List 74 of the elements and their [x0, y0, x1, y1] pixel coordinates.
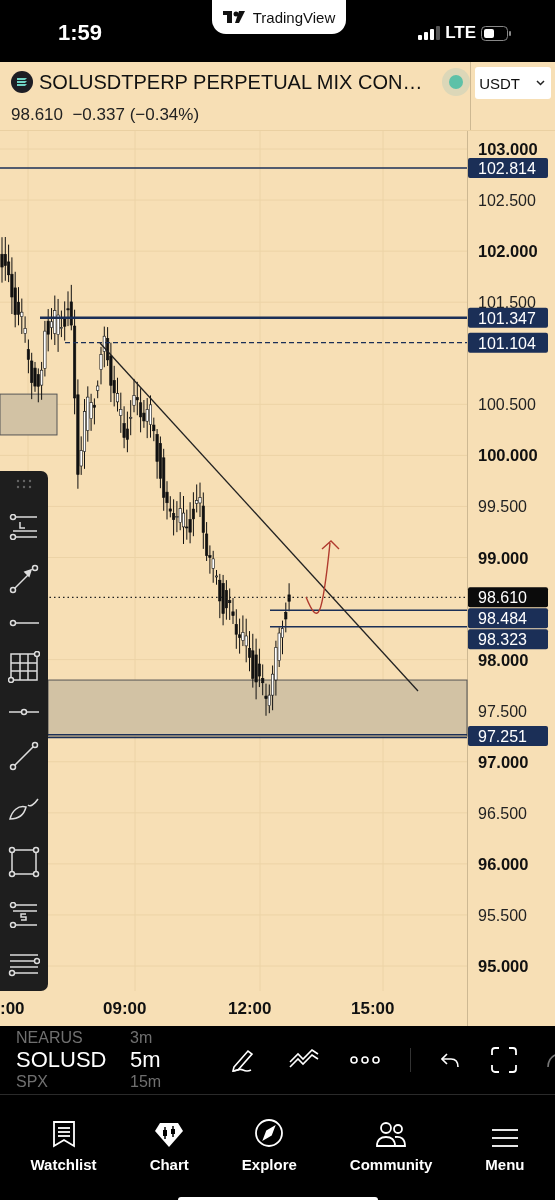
- price-tag: 101.104: [468, 332, 548, 353]
- people-icon: [375, 1120, 408, 1148]
- interval-option[interactable]: 3m: [130, 1029, 153, 1047]
- price-label: 95.500: [478, 906, 527, 924]
- short-position-icon[interactable]: [9, 902, 39, 929]
- price-tag: 101.347: [468, 307, 548, 328]
- arrow-drawing[interactable]: [305, 540, 340, 614]
- more-icon[interactable]: [350, 1056, 380, 1064]
- status-dot-icon: [442, 68, 471, 96]
- price-change: 98.610 −0.337 (−0.34%): [11, 105, 200, 125]
- menu-icon: [491, 1128, 518, 1148]
- time-label: 09:00: [103, 999, 147, 1019]
- price-label: 99.500: [478, 498, 527, 516]
- dashed-line[interactable]: [64, 342, 468, 344]
- trend-line-icon[interactable]: [9, 740, 39, 771]
- price-tag: 102.814: [468, 158, 548, 178]
- price-tag: 98.610: [468, 587, 548, 608]
- nav-tab[interactable]: Watchlist: [26, 1107, 101, 1173]
- price-label: 96.000: [478, 854, 529, 873]
- bookmark-list-icon: [51, 1120, 76, 1148]
- drag-handle-icon[interactable]: [16, 479, 32, 489]
- grid-icon[interactable]: [8, 651, 40, 684]
- redo-icon[interactable]: [547, 1052, 555, 1068]
- time-label: 15:00: [351, 999, 395, 1019]
- arrow-tool-icon[interactable]: [9, 564, 39, 595]
- lines-tool-icon[interactable]: [8, 952, 40, 979]
- price-label: 102.500: [478, 192, 536, 210]
- network-label: LTE: [445, 23, 476, 43]
- price-tag: 98.323: [468, 629, 548, 650]
- price-label: 99.000: [478, 548, 529, 567]
- price-tag: 98.484: [468, 608, 548, 629]
- nav-tab[interactable]: Chart: [145, 1107, 193, 1173]
- logo-icon: [222, 10, 247, 24]
- clock: 1:59: [58, 20, 103, 46]
- time-label: 12:00: [228, 999, 272, 1019]
- interval-option[interactable]: 15m: [130, 1073, 162, 1091]
- signal-icon: [418, 26, 441, 40]
- horizontal-line-icon[interactable]: [9, 707, 39, 716]
- currency-select[interactable]: USDT: [475, 67, 552, 99]
- nav-tab[interactable]: Community: [345, 1107, 437, 1173]
- long-position-icon[interactable]: [9, 513, 39, 540]
- price-zone[interactable]: [47, 679, 468, 737]
- battery-icon: [481, 25, 511, 41]
- caret-icon: [536, 80, 546, 86]
- chart-icon: [154, 1122, 185, 1148]
- price-label: 97.000: [478, 752, 529, 771]
- horizontal-line[interactable]: [269, 625, 468, 628]
- price-label: 96.500: [478, 804, 527, 822]
- coin-icon: [11, 71, 33, 93]
- symbol-option[interactable]: NEARUS: [16, 1029, 106, 1047]
- price-tag: 97.251: [468, 726, 548, 747]
- price-label: 102.000: [478, 242, 538, 261]
- symbol-option[interactable]: SOLUSD: [16, 1047, 106, 1073]
- price-label: 103.000: [478, 140, 538, 158]
- compass-icon: [254, 1118, 285, 1148]
- price-label: 100.500: [478, 396, 536, 414]
- time-label: :00: [0, 999, 25, 1019]
- fullscreen-icon[interactable]: [491, 1047, 517, 1073]
- price-label: 98.000: [478, 650, 529, 669]
- ray-tool-icon[interactable]: [9, 618, 39, 627]
- symbol-option[interactable]: SPX: [16, 1073, 106, 1091]
- nav-tab[interactable]: Menu: [481, 1107, 529, 1173]
- double-line[interactable]: [47, 734, 468, 739]
- rectangle-tool-icon[interactable]: [8, 845, 40, 878]
- horizontal-line[interactable]: [40, 316, 467, 320]
- interval-option[interactable]: 5m: [130, 1047, 161, 1073]
- price-label: 100.000: [478, 446, 538, 465]
- price-label: 97.500: [478, 702, 527, 720]
- trend-line[interactable]: [99, 342, 419, 692]
- symbol-title[interactable]: SOLUSDTPERP PERPETUAL MIX CON…: [39, 70, 423, 94]
- price-label: 95.000: [478, 957, 529, 975]
- app-name: TradingView: [252, 8, 336, 26]
- undo-icon[interactable]: [441, 1052, 461, 1068]
- nav-tab[interactable]: Explore: [237, 1107, 301, 1173]
